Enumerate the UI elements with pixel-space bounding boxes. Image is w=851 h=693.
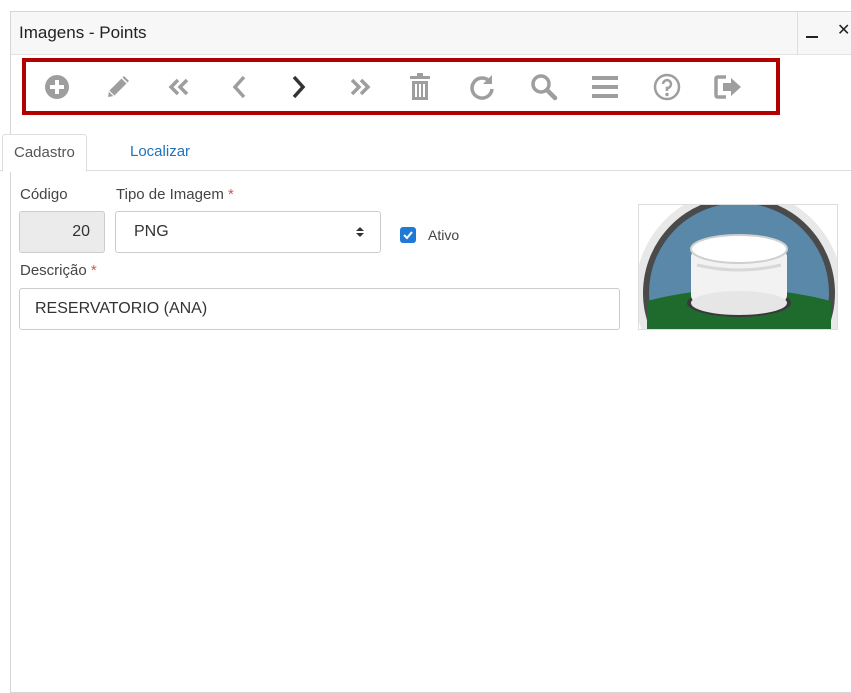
ativo-checkbox[interactable] <box>400 227 416 243</box>
tipo-imagem-select[interactable]: PNG <box>115 211 381 253</box>
last-record-button[interactable] <box>344 71 376 103</box>
minimize-button[interactable] <box>806 23 820 41</box>
tipo-imagem-label-text: Tipo de Imagem <box>116 186 224 203</box>
refresh-icon <box>470 75 494 100</box>
reservoir-tank-icon <box>639 205 837 329</box>
chevron-left-icon <box>232 75 246 99</box>
sign-out-icon <box>714 75 741 99</box>
close-button[interactable]: ✕ <box>837 23 850 39</box>
add-button[interactable] <box>41 71 73 103</box>
edit-button[interactable] <box>102 71 134 103</box>
required-mark: * <box>228 186 234 203</box>
descricao-label: Descrição * <box>20 262 97 279</box>
window-title: Imagens - Points <box>19 23 147 42</box>
descricao-label-text: Descrição <box>20 262 87 279</box>
ativo-label: Ativo <box>428 227 460 243</box>
title-bar: Imagens - Points ✕ <box>11 12 851 55</box>
checkmark-icon <box>403 231 413 240</box>
codigo-label: Código <box>20 186 68 203</box>
search-icon <box>531 74 558 101</box>
title-divider <box>797 12 798 54</box>
tab-cadastro[interactable]: Cadastro <box>2 134 87 172</box>
tipo-imagem-label: Tipo de Imagem * <box>116 186 234 203</box>
question-circle-icon <box>653 73 681 101</box>
select-arrows-icon <box>356 227 364 237</box>
next-record-button[interactable] <box>282 71 314 103</box>
trash-icon <box>410 73 430 100</box>
list-button[interactable] <box>589 71 621 103</box>
pencil-icon <box>108 76 129 97</box>
toolbar <box>22 58 780 115</box>
double-chevron-left-icon <box>168 78 189 96</box>
chevron-right-icon <box>292 75 306 99</box>
double-chevron-right-icon <box>350 78 371 96</box>
previous-record-button[interactable] <box>224 71 256 103</box>
search-button[interactable] <box>528 71 560 103</box>
tab-localizar[interactable]: Localizar <box>119 134 201 170</box>
required-mark: * <box>90 262 97 279</box>
tipo-imagem-value: PNG <box>134 223 169 240</box>
refresh-button[interactable] <box>466 71 498 103</box>
delete-button[interactable] <box>404 71 436 103</box>
first-record-button[interactable] <box>163 71 195 103</box>
help-button[interactable] <box>651 71 683 103</box>
tab-bar: Cadastro Localizar <box>0 134 851 172</box>
plus-circle-icon <box>45 75 69 99</box>
image-preview <box>638 204 838 330</box>
list-icon <box>592 76 618 98</box>
exit-button[interactable] <box>713 71 745 103</box>
codigo-field[interactable]: 20 <box>19 211 105 253</box>
descricao-field[interactable]: RESERVATORIO (ANA) <box>19 288 620 330</box>
